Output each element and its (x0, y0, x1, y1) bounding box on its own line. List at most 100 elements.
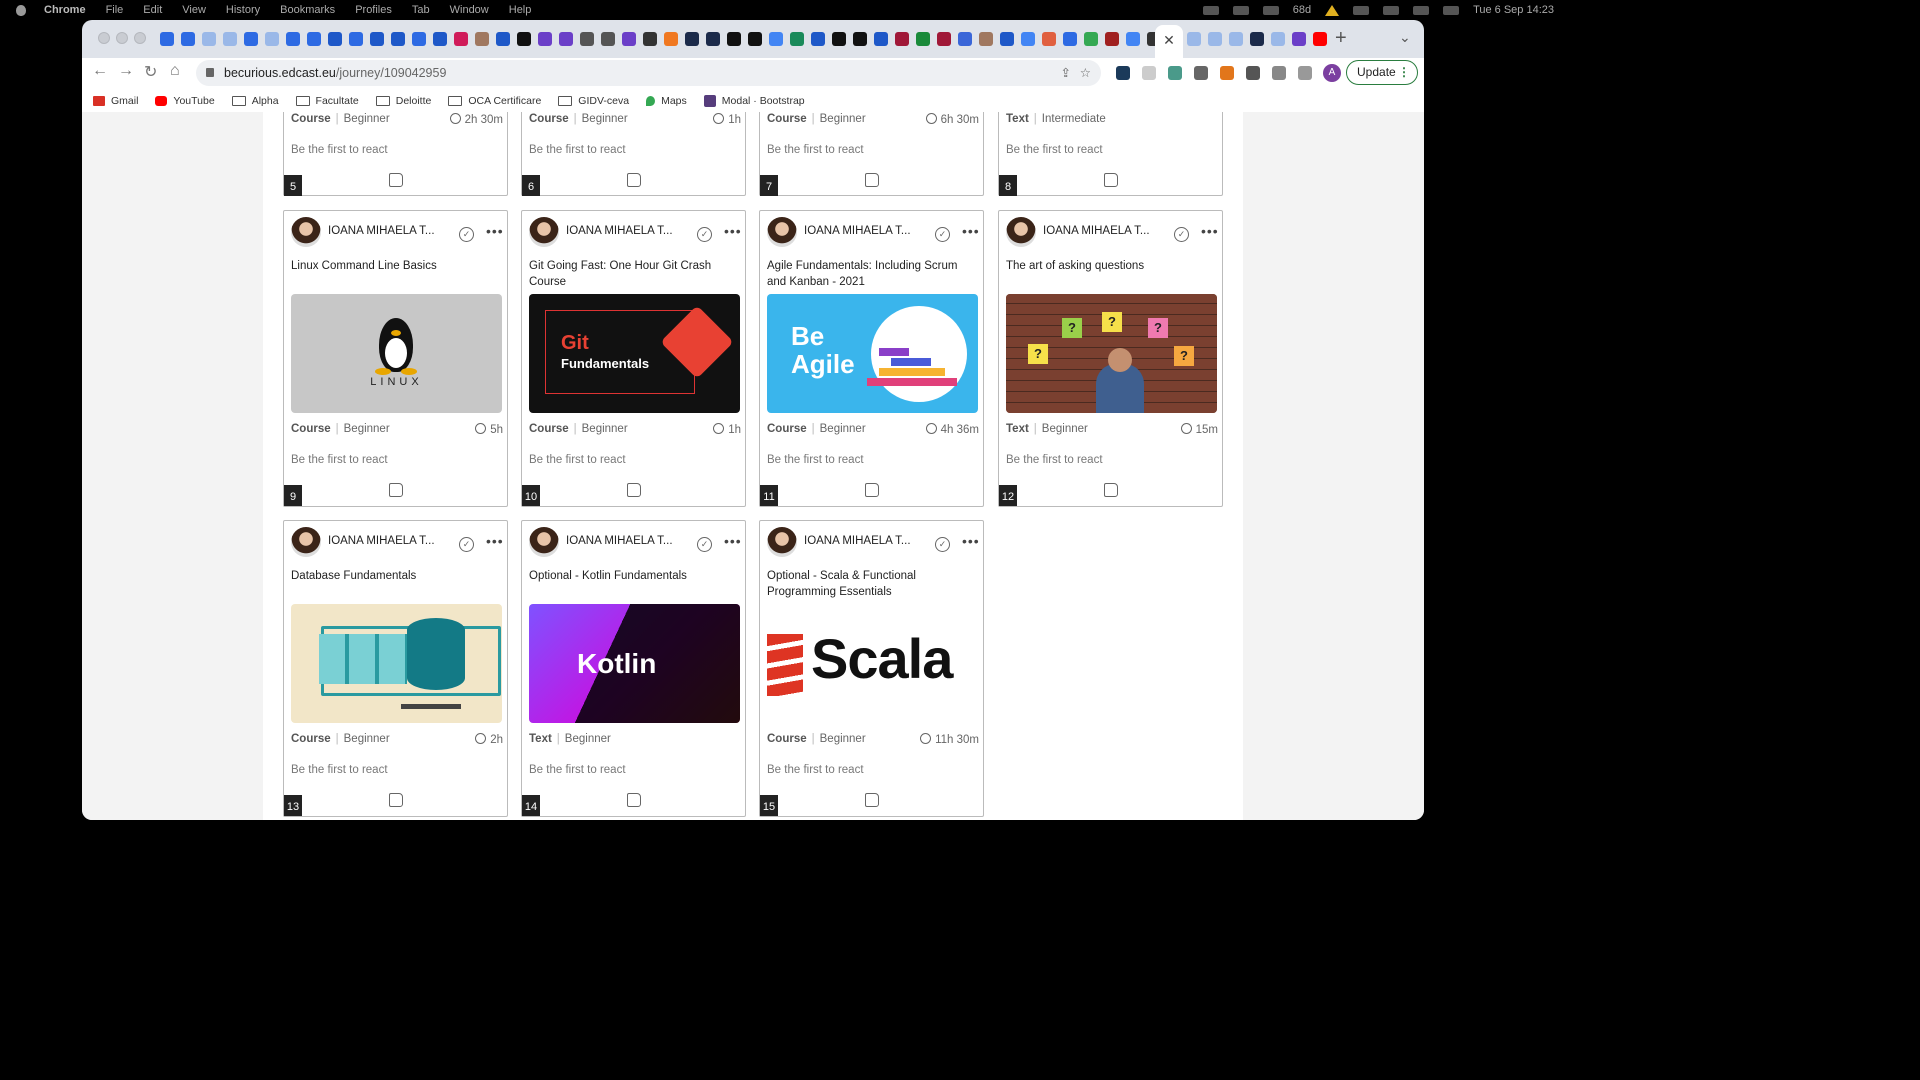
tab-favicon-icon[interactable] (895, 32, 909, 46)
more-options-icon[interactable]: ••• (962, 223, 980, 239)
metamask-icon[interactable] (1220, 66, 1234, 80)
tab-favicon-icon[interactable] (727, 32, 741, 46)
tab-favicon-icon[interactable] (874, 32, 888, 46)
tab-favicon-icon[interactable] (1042, 32, 1056, 46)
clock[interactable]: Tue 6 Sep 14:23 (1473, 4, 1554, 16)
tab-favicon-icon[interactable] (706, 32, 720, 46)
avatar[interactable] (291, 217, 321, 247)
like-icon[interactable] (1104, 483, 1118, 497)
tab-favicon-icon[interactable] (328, 32, 342, 46)
back-button[interactable]: ← (92, 62, 108, 80)
like-icon[interactable] (627, 173, 641, 187)
menu-profiles[interactable]: Profiles (355, 4, 392, 16)
side-panel-icon[interactable] (1298, 66, 1312, 80)
tab-favicon-icon[interactable] (181, 32, 195, 46)
new-tab-button[interactable]: + (1335, 27, 1347, 50)
tab-favicon-icon[interactable] (1021, 32, 1035, 46)
update-button[interactable]: Update ⋮ (1346, 60, 1418, 85)
like-icon[interactable] (865, 173, 879, 187)
close-window-button[interactable] (98, 32, 110, 44)
like-icon[interactable] (389, 483, 403, 497)
card-title[interactable]: Database Fundamentals (291, 568, 503, 584)
like-icon[interactable] (389, 793, 403, 807)
check-circle-icon[interactable]: ✓ (459, 227, 474, 242)
forward-button[interactable]: → (118, 62, 134, 80)
minimize-window-button[interactable] (116, 32, 128, 44)
tab-favicon-icon[interactable] (160, 32, 174, 46)
journey-card[interactable]: IOANA MIHAELA T... ✓ ••• Optional - Scal… (759, 520, 984, 817)
card-thumbnail[interactable]: Kotlin (529, 604, 740, 723)
bookmark-bootstrap[interactable]: Modal · Bootstrap (703, 95, 805, 107)
reload-button[interactable]: ↻ (144, 62, 157, 82)
menu-file[interactable]: File (106, 4, 124, 16)
more-options-icon[interactable]: ••• (486, 223, 504, 239)
avatar[interactable] (529, 217, 559, 247)
extension-icon[interactable] (1142, 66, 1156, 80)
author-name[interactable]: IOANA MIHAELA T... (328, 535, 435, 547)
close-tab-icon[interactable]: ✕ (1163, 32, 1175, 48)
card-thumbnail[interactable] (291, 604, 502, 723)
menu-app-name[interactable]: Chrome (44, 4, 86, 16)
tab-favicon-icon[interactable] (664, 32, 678, 46)
card-title[interactable]: Optional - Kotlin Fundamentals (529, 568, 741, 584)
journey-card[interactable]: Course | Beginner 2h 30m Be the first to re… (283, 112, 508, 196)
menu-bookmarks[interactable]: Bookmarks (280, 4, 335, 16)
tab-favicon-icon[interactable] (958, 32, 972, 46)
home-button[interactable]: ⌂ (170, 62, 180, 80)
check-circle-icon[interactable]: ✓ (697, 227, 712, 242)
tab-favicon-icon[interactable] (769, 32, 783, 46)
profile-avatar[interactable]: A (1323, 64, 1341, 82)
author-name[interactable]: IOANA MIHAELA T... (804, 535, 911, 547)
zoom-window-button[interactable] (134, 32, 146, 44)
tab-search-button[interactable]: ⌄ (1399, 29, 1411, 46)
author-name[interactable]: IOANA MIHAELA T... (1043, 225, 1150, 237)
card-thumbnail[interactable]: ? ? ? ? ? (1006, 294, 1217, 413)
author-name[interactable]: IOANA MIHAELA T... (566, 225, 673, 237)
tab-favicon-icon[interactable] (937, 32, 951, 46)
bookmark-gmail[interactable]: Gmail (93, 95, 138, 107)
card-title[interactable]: Git Going Fast: One Hour Git Crash Cours… (529, 258, 741, 290)
tab-favicon-icon[interactable] (1000, 32, 1014, 46)
extension-icon[interactable] (1194, 66, 1208, 80)
journey-card[interactable]: IOANA MIHAELA T... ✓ ••• The art of aski… (998, 210, 1223, 507)
check-circle-icon[interactable]: ✓ (935, 227, 950, 242)
tab-favicon-icon[interactable] (643, 32, 657, 46)
tab-favicon-icon[interactable] (433, 32, 447, 46)
tab-favicon-icon[interactable] (1208, 32, 1222, 46)
author-name[interactable]: IOANA MIHAELA T... (566, 535, 673, 547)
journey-card[interactable]: IOANA MIHAELA T... ✓ ••• Linux Command L… (283, 210, 508, 507)
card-thumbnail[interactable]: Git Fundamentals (529, 294, 740, 413)
journey-card[interactable]: IOANA MIHAELA T... ✓ ••• Optional - Kotl… (521, 520, 746, 817)
check-circle-icon[interactable]: ✓ (935, 537, 950, 552)
tab-favicon-icon[interactable] (538, 32, 552, 46)
journey-card[interactable]: IOANA MIHAELA T... ✓ ••• Git Going Fast:… (521, 210, 746, 507)
cloud-icon[interactable] (1232, 5, 1249, 15)
tab-favicon-icon[interactable] (1187, 32, 1201, 46)
tab-favicon-icon[interactable] (370, 32, 384, 46)
tab-favicon-icon[interactable] (790, 32, 804, 46)
tab-favicon-icon[interactable] (1229, 32, 1243, 46)
menu-tab[interactable]: Tab (412, 4, 430, 16)
tab-favicon-icon[interactable] (1313, 32, 1327, 46)
bookmark-maps[interactable]: Maps (646, 95, 687, 107)
bookmark-folder-gidv[interactable]: GIDV-ceva (558, 95, 629, 107)
journey-card[interactable]: Text | Intermediate Be the first to react … (998, 112, 1223, 196)
journey-card[interactable]: IOANA MIHAELA T... ✓ ••• Database Fundam… (283, 520, 508, 817)
menu-edit[interactable]: Edit (143, 4, 162, 16)
tab-favicon-icon[interactable] (832, 32, 846, 46)
like-icon[interactable] (627, 793, 641, 807)
card-title[interactable]: Agile Fundamentals: Including Scrum and … (767, 258, 979, 290)
author-name[interactable]: IOANA MIHAELA T... (804, 225, 911, 237)
tab-favicon-icon[interactable] (454, 32, 468, 46)
tab-favicon-icon[interactable] (286, 32, 300, 46)
tab-favicon-icon[interactable] (601, 32, 615, 46)
search-icon[interactable] (1413, 5, 1430, 15)
avatar[interactable] (767, 217, 797, 247)
more-options-icon[interactable]: ••• (724, 223, 742, 239)
bookmark-folder-alpha[interactable]: Alpha (231, 95, 279, 107)
bookmark-youtube[interactable]: YouTube (155, 95, 215, 107)
bookmark-folder-facultate[interactable]: Facultate (295, 95, 359, 107)
status-icon[interactable] (1202, 5, 1219, 15)
card-thumbnail[interactable]: Be Agile (767, 294, 978, 413)
extension-icon[interactable] (1246, 66, 1260, 80)
